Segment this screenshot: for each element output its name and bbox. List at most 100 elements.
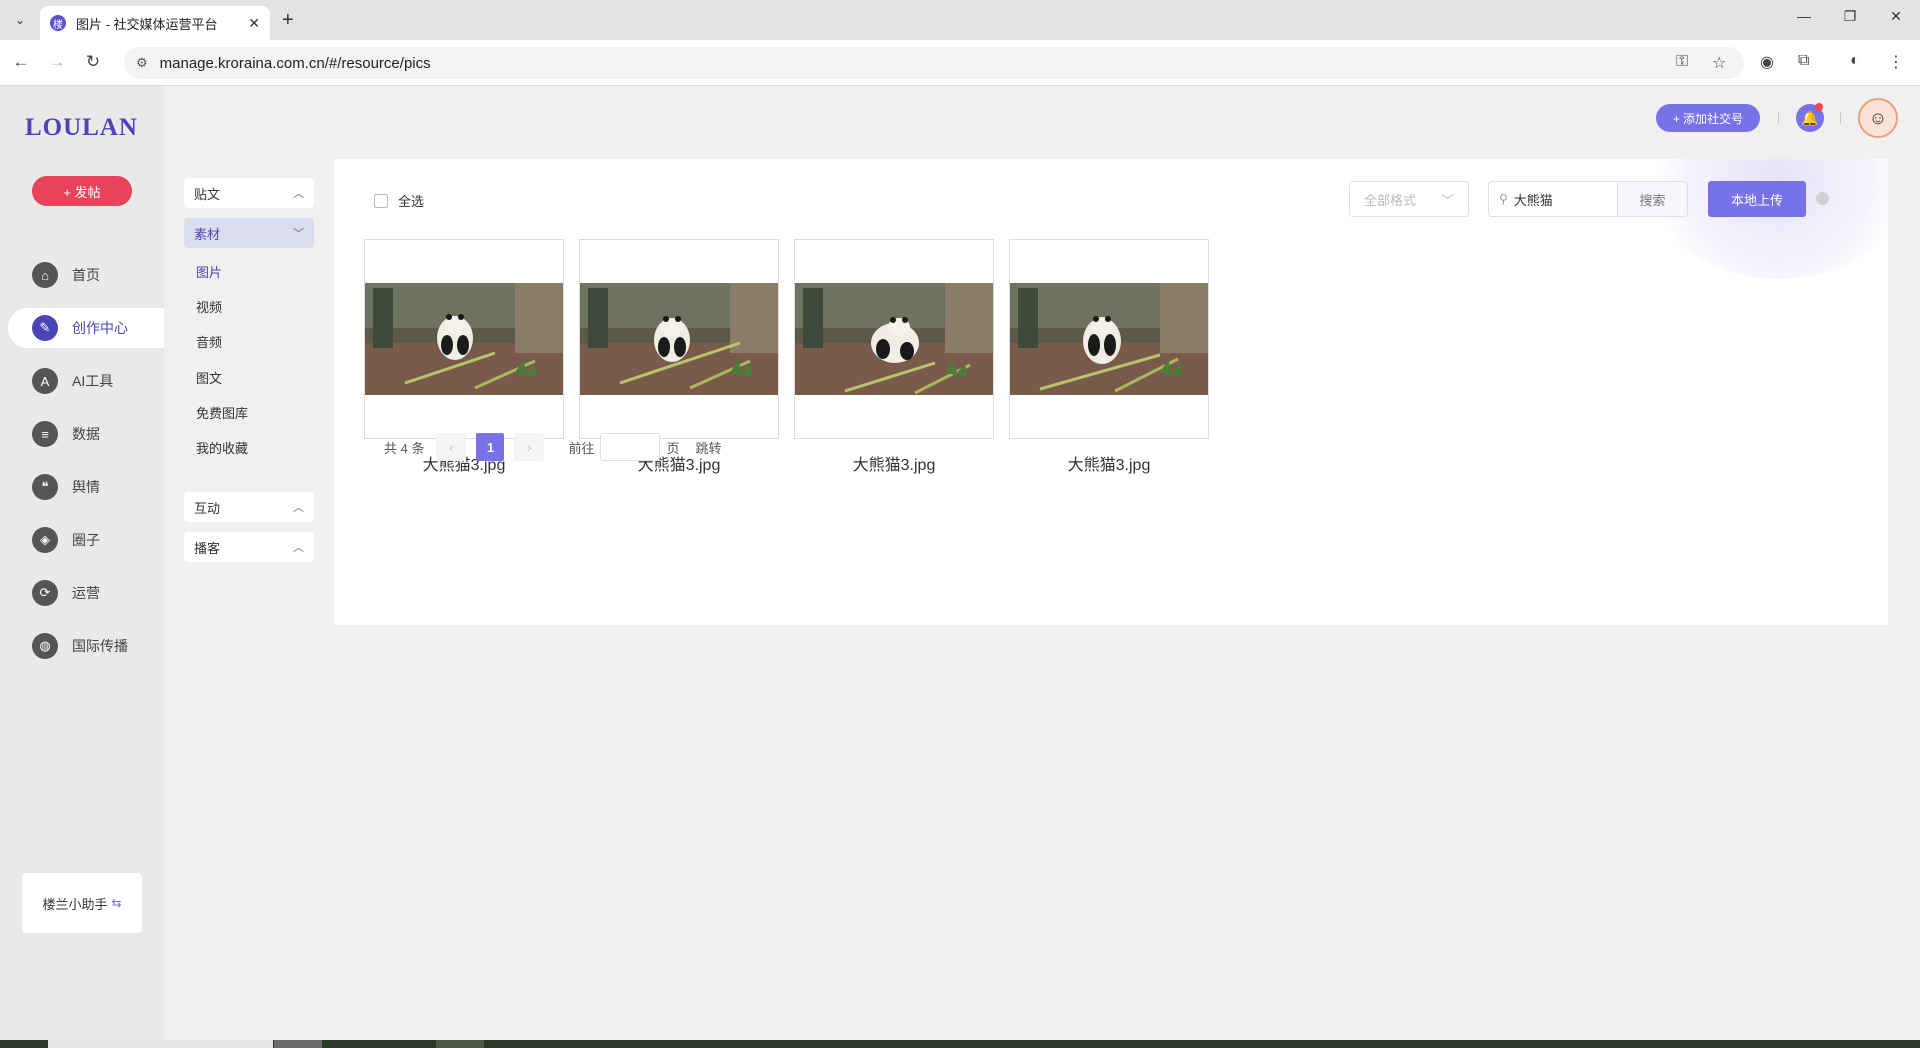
nav-item-international[interactable]: ◍ 国际传播 — [8, 626, 164, 666]
prev-page-icon[interactable]: ‹ — [436, 433, 467, 461]
pagination-total: 共 4 条 — [384, 440, 425, 456]
search-icon: ⚲ — [1499, 192, 1508, 206]
submenu-item-favorites[interactable]: 我的收藏 — [196, 438, 248, 457]
image-thumbnail-frame[interactable] — [1009, 239, 1209, 439]
nav-label: 舆情 — [72, 479, 100, 495]
divider — [1778, 112, 1779, 124]
image-thumbnail-frame[interactable] — [364, 239, 564, 439]
notification-badge — [1815, 103, 1823, 111]
panda-photo — [795, 283, 993, 395]
panda-photo — [365, 283, 563, 395]
background-decoration — [1648, 159, 1888, 279]
select-all-checkbox[interactable]: 全选 — [374, 191, 424, 210]
nav-item-home[interactable]: ⌂ 首页 — [8, 255, 164, 295]
restore-icon[interactable]: ❐ — [1840, 8, 1860, 25]
submenu-group-label: 贴文 — [194, 186, 221, 202]
new-tab-button[interactable]: + — [282, 9, 294, 32]
nav-label: AI工具 — [72, 373, 114, 389]
submenu-item-image-text[interactable]: 图文 — [196, 368, 222, 387]
taskbar-segment — [48, 1040, 273, 1048]
submenu-item-audio[interactable]: 音频 — [196, 332, 222, 351]
nav-label: 数据 — [72, 426, 100, 442]
post-button[interactable]: + 发帖 — [32, 176, 132, 206]
select-all-label: 全选 — [398, 194, 425, 209]
submenu-group-material[interactable]: 素材 ﹀ — [184, 218, 314, 248]
close-window-icon[interactable]: ✕ — [1886, 8, 1906, 25]
local-upload-button[interactable]: 本地上传 — [1708, 181, 1806, 217]
nav-item-operation[interactable]: ⟳ 运营 — [8, 573, 164, 613]
nav-item-circle[interactable]: ◈ 圈子 — [8, 520, 164, 560]
search-button[interactable]: 搜索 — [1617, 182, 1687, 216]
tab-close-icon[interactable]: ✕ — [248, 15, 260, 32]
next-page-icon[interactable]: › — [514, 433, 545, 461]
url-omnibox[interactable]: ⚙ manage.kroraina.com.cn/#/resource/pics… — [124, 47, 1744, 79]
operation-icon: ⟳ — [32, 580, 58, 606]
jump-button[interactable]: 跳转 — [696, 438, 722, 457]
image-card[interactable]: 大熊猫3.jpg — [1009, 239, 1209, 475]
minimize-icon[interactable]: — — [1794, 8, 1814, 24]
browser-tab[interactable]: 楼 图片 - 社交媒体运营平台 ✕ — [40, 6, 270, 40]
chevron-up-icon: ︿ — [293, 542, 304, 554]
taskbar-segment — [274, 1040, 322, 1048]
browser-menu-icon[interactable]: ⋮ — [1888, 52, 1904, 72]
checkbox[interactable] — [374, 193, 388, 208]
palette-icon: ✎ — [32, 315, 58, 341]
extensions-puzzle-icon[interactable]: ⧉ — [1798, 52, 1809, 70]
taskbar-segment — [436, 1040, 484, 1048]
submenu-item-pictures[interactable]: 图片 — [196, 262, 222, 281]
submenu-group-interact[interactable]: 互动 ︿ — [184, 492, 314, 522]
bookmark-star-icon[interactable]: ☆ — [1712, 53, 1726, 73]
image-filename[interactable]: 大熊猫3.jpg — [794, 451, 994, 475]
url-text[interactable]: manage.kroraina.com.cn/#/resource/pics — [160, 55, 431, 72]
nav-item-data[interactable]: ≡ 数据 — [8, 414, 164, 454]
globe-icon: ◍ — [32, 633, 58, 659]
format-select-placeholder: 全部格式 — [1364, 192, 1417, 208]
submenu-group-post[interactable]: 贴文 ︿ — [184, 178, 314, 208]
browser-tab-bar: ⌄ 楼 图片 - 社交媒体运营平台 ✕ + — ❐ ✕ — [0, 0, 1920, 40]
browser-address-bar: ← → ↻ ⚙ manage.kroraina.com.cn/#/resourc… — [0, 40, 1920, 86]
divider — [1840, 112, 1841, 124]
submenu-group-label: 互动 — [194, 500, 221, 516]
tab-title: 图片 - 社交媒体运营平台 — [76, 16, 218, 32]
nav-label: 国际传播 — [72, 638, 128, 654]
nav-label: 创作中心 — [72, 320, 128, 336]
forward-icon[interactable]: → — [46, 52, 68, 72]
nav-label: 圈子 — [72, 532, 100, 548]
help-icon[interactable] — [1816, 192, 1829, 205]
nav-item-sentiment[interactable]: ❝ 舆情 — [8, 467, 164, 507]
submenu-group-broadcast[interactable]: 播客 ︿ — [184, 532, 314, 562]
goto-label: 前往 — [568, 440, 595, 456]
assistant-button[interactable]: 楼兰小助手 ⇆ — [22, 873, 142, 933]
database-icon: ≡ — [32, 421, 58, 447]
tab-search-chevron-icon[interactable]: ⌄ — [8, 10, 32, 30]
site-info-icon[interactable]: ⚙ — [136, 55, 148, 71]
nav-item-creation-center[interactable]: ✎ 创作中心 — [8, 308, 164, 348]
back-icon[interactable]: ← — [10, 52, 32, 72]
search-input[interactable] — [1513, 191, 1617, 207]
extension-circle-icon[interactable]: ◉ — [1760, 52, 1774, 72]
page-number-current[interactable]: 1 — [476, 433, 505, 461]
submenu-item-free-gallery[interactable]: 免费图库 — [196, 403, 248, 422]
nav-item-ai-tools[interactable]: A AI工具 — [8, 361, 164, 401]
home-icon: ⌂ — [32, 262, 58, 288]
image-thumbnail-frame[interactable] — [794, 239, 994, 439]
reload-icon[interactable]: ↻ — [82, 52, 104, 72]
app-logo[interactable]: LOULAN — [25, 114, 138, 142]
submenu-item-videos[interactable]: 视频 — [196, 297, 222, 316]
chevron-up-icon: ︿ — [293, 188, 304, 200]
image-thumbnail-frame[interactable] — [579, 239, 779, 439]
page-unit-label: 页 — [666, 440, 680, 456]
image-filename[interactable]: 大熊猫3.jpg — [1009, 451, 1209, 475]
password-key-icon[interactable]: ⚿ — [1676, 53, 1688, 71]
pagination: 共 4 条 ‹ 1 › 前往 页 跳转 — [384, 433, 722, 461]
assistant-label: 楼兰小助手 — [42, 896, 108, 912]
ai-icon: A — [32, 368, 58, 394]
submenu-group-label: 素材 — [194, 226, 221, 242]
page-jump-input[interactable] — [600, 433, 661, 461]
format-filter-select[interactable]: 全部格式 ﹀ — [1349, 181, 1469, 217]
profile-icon[interactable]: ◐ — [1850, 52, 1860, 70]
image-card[interactable]: 大熊猫3.jpg — [794, 239, 994, 475]
add-social-account-button[interactable]: + 添加社交号 — [1656, 104, 1760, 132]
chevron-down-icon: ﹀ — [1440, 192, 1454, 208]
user-avatar[interactable]: ☺ — [1858, 98, 1898, 138]
